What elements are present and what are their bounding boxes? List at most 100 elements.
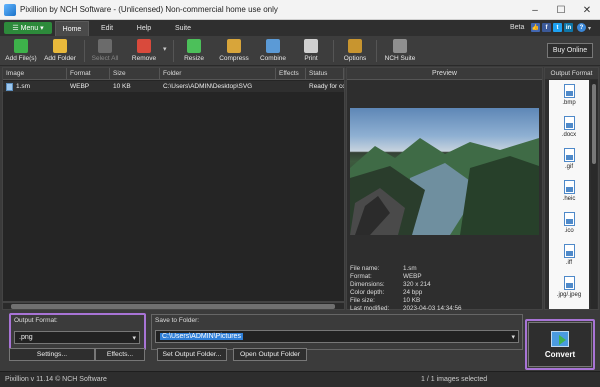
title-bar: Pixillion by NCH Software - (Unlicensed)… xyxy=(0,0,600,20)
options-button[interactable]: Options xyxy=(340,37,370,65)
cell-size: 10 KB xyxy=(113,83,131,90)
cell-folder: C:\Users\ADMIN\Desktop\SVG xyxy=(163,83,253,90)
hamburger-icon: ☰ xyxy=(12,25,19,32)
cell-format: WEBP xyxy=(70,83,90,90)
compress-icon xyxy=(227,39,241,53)
format-label: .gif xyxy=(564,164,573,170)
format-item-bmp[interactable]: .bmp xyxy=(549,80,589,114)
remove-button[interactable]: Remove xyxy=(127,37,161,65)
open-output-folder-button[interactable]: Open Output Folder xyxy=(233,348,307,361)
format-label: .jpg/.jpeg xyxy=(556,292,582,298)
file-icon xyxy=(563,148,575,162)
column-header-image[interactable]: Image xyxy=(3,68,67,80)
effects-button[interactable]: Effects... xyxy=(95,348,145,361)
meta-label-format: Format: xyxy=(350,273,372,280)
combine-icon xyxy=(266,39,280,53)
format-item-ico[interactable]: .ico xyxy=(549,208,589,242)
column-header-effects[interactable]: Effects xyxy=(276,68,306,80)
add-folder-label: Add Folder xyxy=(44,55,76,62)
linkedin-icon[interactable]: in xyxy=(564,23,573,32)
horizontal-scrollbar[interactable] xyxy=(2,302,345,310)
output-format-header: Output Format xyxy=(545,68,598,79)
meta-value-format: WEBP xyxy=(403,273,422,280)
format-label: .heic xyxy=(562,196,576,202)
add-folder-button[interactable]: Add Folder xyxy=(42,37,78,65)
help-dropdown-icon[interactable]: ▾ xyxy=(588,25,591,32)
add-files-label: Add File(s) xyxy=(5,55,37,62)
set-output-folder-button[interactable]: Set Output Folder... xyxy=(157,348,227,361)
file-table[interactable]: Image Format Size Folder Effects Status … xyxy=(2,67,345,302)
image-file-icon xyxy=(6,82,13,91)
main-menu-button[interactable]: ☰ Menu ▾ xyxy=(4,22,52,34)
column-header-format[interactable]: Format xyxy=(67,68,110,80)
format-list[interactable]: .bmp .docx .gif .heic .ico .iff .jpg/.jp… xyxy=(549,80,589,309)
options-label: Options xyxy=(343,55,367,62)
chevron-down-icon: ▾ xyxy=(40,25,44,32)
file-icon xyxy=(563,276,575,290)
format-item-docx[interactable]: .docx xyxy=(549,112,589,146)
selection-count: 1 / 1 images selected xyxy=(421,376,488,383)
cell-image: 1.sm xyxy=(3,81,67,92)
column-header-size[interactable]: Size xyxy=(110,68,160,80)
preview-header: Preview xyxy=(347,68,542,80)
combine-button[interactable]: Combine xyxy=(256,37,290,65)
facebook-icon[interactable]: f xyxy=(542,23,551,32)
output-format-highlight xyxy=(9,313,146,350)
minimize-button[interactable]: – xyxy=(522,0,548,20)
format-item-gif[interactable]: .gif xyxy=(549,144,589,178)
meta-value-filename: 1.sm xyxy=(403,265,417,272)
close-button[interactable]: ✕ xyxy=(574,0,600,20)
preview-image xyxy=(350,108,539,235)
add-files-icon xyxy=(14,39,28,53)
version-text: Pixillion v 11.14 © NCH Software xyxy=(5,376,107,383)
settings-button[interactable]: Settings... xyxy=(9,348,95,361)
options-icon xyxy=(348,39,362,53)
remove-label: Remove xyxy=(131,55,157,62)
status-bar: Pixillion v 11.14 © NCH Software 1 / 1 i… xyxy=(0,371,600,387)
format-label: .bmp xyxy=(562,100,576,106)
format-item-iff[interactable]: .iff xyxy=(549,240,589,274)
vertical-scrollbar[interactable] xyxy=(591,80,597,309)
preview-panel: Preview File name: 1.sm Format: WEBP Dim… xyxy=(346,67,543,312)
like-icon[interactable]: 👍 xyxy=(531,23,540,32)
scrollbar-thumb[interactable] xyxy=(11,304,335,309)
table-row[interactable]: 1.sm WEBP 10 KB C:\Users\ADMIN\Desktop\S… xyxy=(3,81,344,92)
tab-edit[interactable]: Edit xyxy=(93,21,121,36)
format-item-jpg[interactable]: .jpg/.jpeg xyxy=(549,272,589,306)
resize-button[interactable]: Resize xyxy=(179,37,209,65)
save-folder-value: C:\Users\ADMIN\Pictures xyxy=(160,333,243,340)
scrollbar-thumb[interactable] xyxy=(592,84,596,164)
twitter-icon[interactable]: t xyxy=(553,23,562,32)
meta-value-color-depth: 24 bpp xyxy=(403,289,423,296)
column-header-folder[interactable]: Folder xyxy=(160,68,276,80)
file-icon xyxy=(563,180,575,194)
nch-suite-button[interactable]: NCH Suite xyxy=(382,37,418,65)
tab-home[interactable]: Home xyxy=(55,21,89,36)
printer-icon xyxy=(304,39,318,53)
toolbar: Add File(s) Add Folder Select All Remove… xyxy=(0,36,600,66)
select-all-button[interactable]: Select All xyxy=(89,37,121,65)
remove-dropdown-icon[interactable]: ▾ xyxy=(163,45,167,53)
meta-value-file-size: 10 KB xyxy=(403,297,421,304)
file-icon xyxy=(563,212,575,226)
format-item-heic[interactable]: .heic xyxy=(549,176,589,210)
tab-suite[interactable]: Suite xyxy=(168,21,198,36)
beta-label: Beta xyxy=(510,24,525,31)
app-icon xyxy=(4,4,16,16)
toolbar-divider xyxy=(376,40,377,62)
print-button[interactable]: Print xyxy=(297,37,325,65)
combine-label: Combine xyxy=(259,55,286,62)
compress-label: Compress xyxy=(219,55,249,62)
add-files-button[interactable]: Add File(s) xyxy=(4,37,38,65)
help-icon[interactable]: ? xyxy=(577,23,586,32)
tab-help[interactable]: Help xyxy=(130,21,158,36)
add-folder-icon xyxy=(53,39,67,53)
toolbar-divider xyxy=(173,40,174,62)
print-label: Print xyxy=(304,55,318,62)
column-header-status[interactable]: Status xyxy=(306,68,344,80)
buy-online-button[interactable]: Buy Online xyxy=(547,43,593,58)
compress-button[interactable]: Compress xyxy=(216,37,252,65)
save-folder-input[interactable]: C:\Users\ADMIN\Pictures ▾ xyxy=(155,330,519,343)
maximize-button[interactable]: ☐ xyxy=(548,0,574,20)
format-label: .ico xyxy=(564,228,574,234)
